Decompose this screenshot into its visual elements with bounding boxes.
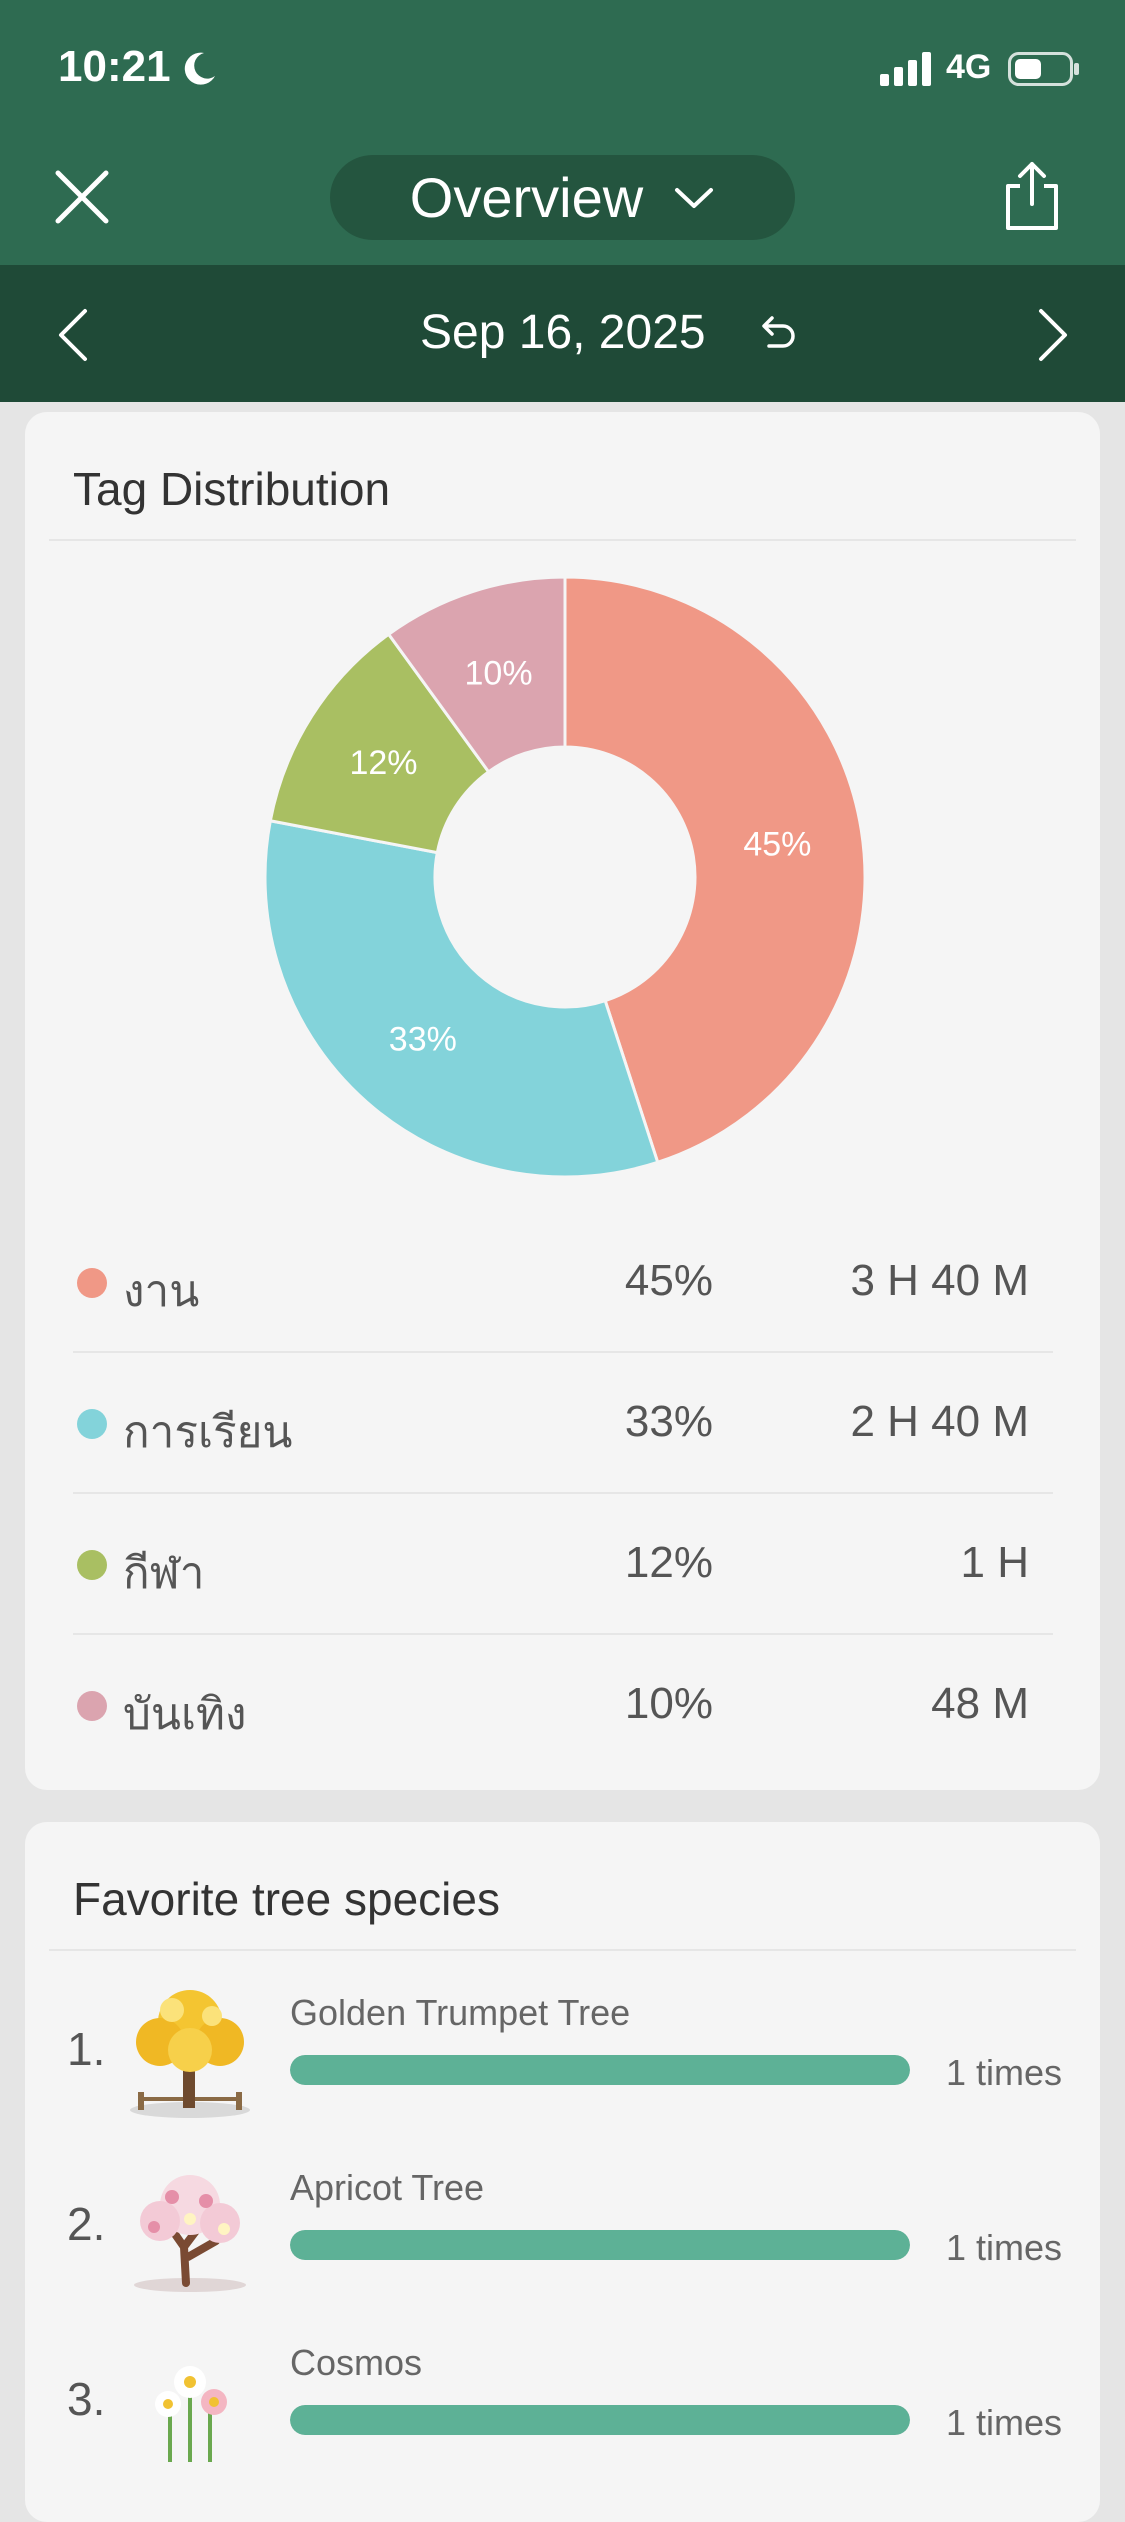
species-count: 1 times <box>945 2402 1062 2443</box>
legend-dot <box>77 1550 107 1580</box>
legend-row[interactable]: กีฬา 12% 1 H <box>73 1494 1053 1635</box>
divider <box>49 1949 1076 1951</box>
donut-slice-label: 33% <box>389 1020 457 1058</box>
chevron-right-icon[interactable] <box>1035 305 1071 365</box>
species-bar <box>290 2230 910 2260</box>
species-row[interactable]: 1. Golden Trumpet Tree 1 times <box>25 1972 1100 2132</box>
legend-tag-name: งาน <box>123 1267 200 1316</box>
legend-duration: 2 H 40 M <box>850 1397 1029 1446</box>
legend-row[interactable]: บันเทิง 10% 48 M <box>73 1635 1053 1776</box>
species-count: 1 times <box>945 2227 1062 2268</box>
tag-legend: งาน 45% 3 H 40 M การเรียน 33% 2 H 40 M ก… <box>73 1212 1053 1776</box>
legend-dot <box>77 1268 107 1298</box>
tag-distribution-card: Tag Distribution 45% 33% 12% 10% งาน 45% 3 … <box>25 412 1100 1790</box>
view-selector[interactable]: Overview <box>330 155 795 240</box>
legend-tag-name: การเรียน <box>123 1408 293 1457</box>
signal-icon <box>880 52 931 86</box>
status-time: 10:21 <box>58 42 171 91</box>
golden-trumpet-tree-icon <box>130 1990 250 2118</box>
chevron-left-icon[interactable] <box>55 305 91 365</box>
species-count: 1 times <box>945 2052 1062 2093</box>
app-header: 10:21 4G Overview <box>0 0 1125 265</box>
apricot-tree-icon <box>134 2175 246 2292</box>
species-name: Apricot Tree <box>290 2167 485 2208</box>
undo-icon[interactable] <box>755 310 799 354</box>
moon-icon <box>184 52 215 85</box>
legend-row[interactable]: การเรียน 33% 2 H 40 M <box>73 1353 1053 1494</box>
legend-dot <box>77 1691 107 1721</box>
status-bar: 10:21 4G <box>0 0 1125 140</box>
divider <box>49 539 1076 541</box>
species-row[interactable]: 2. Apricot Tree 1 times <box>25 2147 1100 2307</box>
donut-slice-label: 45% <box>743 825 811 863</box>
donut-slice-label: 10% <box>465 655 533 693</box>
tag-donut-chart: 45% 33% 12% 10% <box>263 575 867 1179</box>
legend-duration: 1 H <box>960 1538 1029 1587</box>
species-rank: 3. <box>67 2373 106 2425</box>
chevron-down-icon <box>675 187 714 208</box>
legend-dot <box>77 1409 107 1439</box>
donut-slice-label: 12% <box>349 744 417 782</box>
donut-slice-2[interactable] <box>263 819 660 1179</box>
cosmos-icon <box>155 2366 227 2462</box>
legend-percent: 12% <box>624 1538 713 1587</box>
card-title: Tag Distribution <box>73 463 391 515</box>
species-bar-fill <box>290 2230 910 2260</box>
species-bar-fill <box>290 2055 910 2085</box>
species-bar-fill <box>290 2405 910 2435</box>
legend-duration: 48 M <box>931 1679 1029 1728</box>
legend-percent: 10% <box>624 1679 713 1728</box>
legend-percent: 45% <box>624 1256 713 1305</box>
network-type: 4G <box>946 48 992 86</box>
legend-tag-name: กีฬา <box>123 1549 205 1598</box>
legend-duration: 3 H 40 M <box>850 1256 1029 1305</box>
species-name: Cosmos <box>290 2342 423 2383</box>
species-bar <box>290 2055 910 2085</box>
share-icon[interactable] <box>1000 160 1064 232</box>
legend-row[interactable]: งาน 45% 3 H 40 M <box>73 1212 1053 1353</box>
legend-tag-name: บันเทิง <box>123 1690 247 1739</box>
species-rank: 1. <box>67 2023 106 2075</box>
species-rank: 2. <box>67 2198 106 2250</box>
view-title: Overview <box>409 166 644 229</box>
species-row[interactable]: 3. Cosmos 1 times <box>25 2322 1100 2482</box>
current-date: Sep 16, 2025 <box>420 306 706 359</box>
species-bar <box>290 2405 910 2435</box>
battery-icon <box>1008 52 1079 86</box>
date-navigation: Sep 16, 2025 <box>0 265 1125 402</box>
legend-percent: 33% <box>624 1397 713 1446</box>
card-title: Favorite tree species <box>73 1873 500 1925</box>
species-name: Golden Trumpet Tree <box>290 1992 631 2033</box>
close-icon[interactable] <box>50 165 114 229</box>
favorite-species-card: Favorite tree species 1. Golden Trumpet … <box>25 1822 1100 2522</box>
